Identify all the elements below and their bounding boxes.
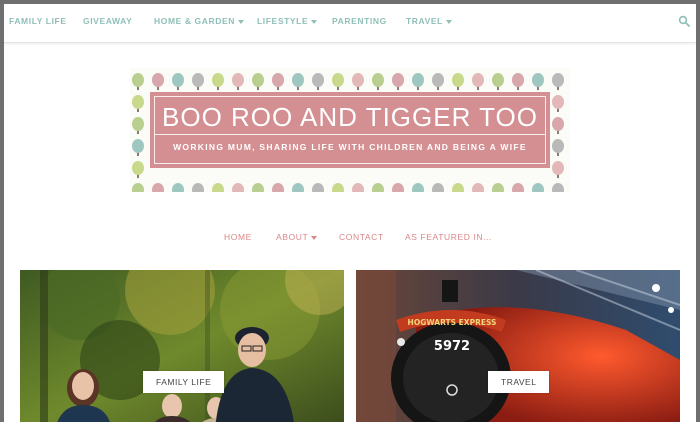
nav-contact[interactable]: CONTACT	[339, 232, 384, 242]
nav-lifestyle[interactable]: LIFESTYLE	[257, 16, 318, 26]
banner-title-box: BOO ROO AND TIGGER TOO WORKING MUM, SHAR…	[150, 92, 550, 168]
site-tagline: WORKING MUM, SHARING LIFE WITH CHILDREN …	[173, 142, 527, 152]
headboard-text: HOGWARTS EXPRESS	[408, 318, 497, 327]
top-nav: FAMILY LIFE GIVEAWAY HOME & GARDEN LIFES…	[4, 4, 696, 43]
nav-giveaway[interactable]: GIVEAWAY	[83, 16, 132, 26]
post-card-travel[interactable]: HOGWARTS EXPRESS 5972 TRAVEL	[356, 270, 680, 422]
nav-home-garden[interactable]: HOME & GARDEN	[154, 16, 244, 26]
nav-family-life[interactable]: FAMILY LIFE	[9, 16, 67, 26]
site-title: BOO ROO AND TIGGER TOO	[162, 102, 538, 132]
nav-as-featured-in[interactable]: AS FEATURED IN...	[405, 232, 492, 242]
nav-home[interactable]: HOME	[224, 232, 252, 242]
chevron-down-icon	[238, 19, 244, 24]
nav-parenting[interactable]: PARENTING	[332, 16, 387, 26]
nav-about[interactable]: ABOUT	[276, 232, 318, 242]
locomotive-number: 5972	[434, 339, 470, 354]
category-badge[interactable]: TRAVEL	[488, 371, 550, 393]
search-icon[interactable]	[678, 15, 690, 27]
post-image-train: HOGWARTS EXPRESS 5972	[356, 270, 680, 422]
category-badge[interactable]: FAMILY LIFE	[143, 371, 225, 393]
site-header-banner[interactable]: BOO ROO AND TIGGER TOO WORKING MUM, SHAR…	[130, 68, 570, 192]
nav-travel[interactable]: TRAVEL	[406, 16, 452, 26]
divider	[154, 134, 546, 135]
chevron-down-icon	[311, 19, 318, 24]
chevron-down-icon	[311, 235, 318, 240]
post-image-family	[20, 270, 344, 422]
page: FAMILY LIFE GIVEAWAY HOME & GARDEN LIFES…	[4, 4, 696, 422]
post-card-family-life[interactable]: FAMILY LIFE	[20, 270, 344, 422]
chevron-down-icon	[445, 19, 452, 24]
